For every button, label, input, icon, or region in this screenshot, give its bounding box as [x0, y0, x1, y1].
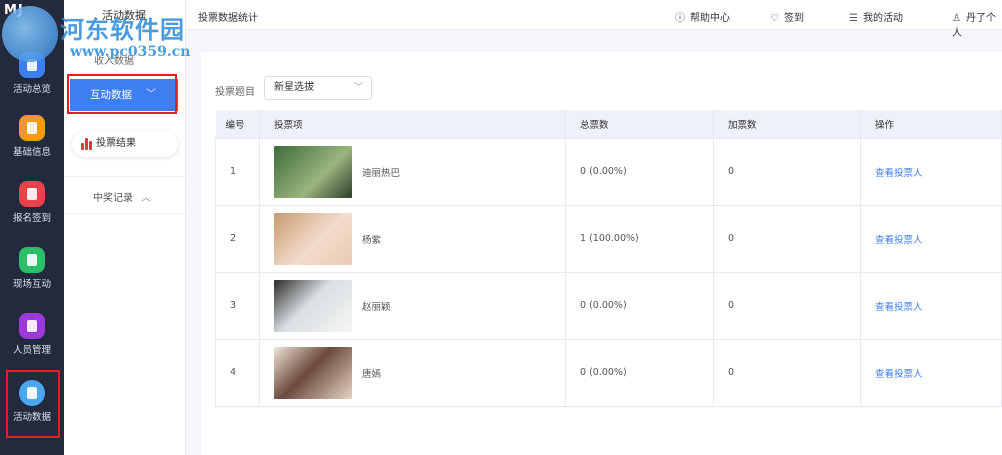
table-header-row: 编号 投票项 总票数 加票数 操作: [215, 110, 1002, 138]
candidate-name: 迪丽热巴: [362, 167, 401, 179]
help-label: 帮助中心: [690, 13, 730, 24]
extra-votes: 0: [713, 204, 861, 272]
divider: [64, 213, 185, 214]
sidebar-item-label: 投票结果: [96, 138, 136, 149]
sidebar-item-winning-records[interactable]: 中奖记录 ︿: [93, 189, 151, 204]
overview-icon: [19, 52, 45, 78]
candidate-cell: 唐嫣: [259, 338, 566, 407]
view-voters-link[interactable]: 查看投票人: [875, 369, 923, 380]
table-row: 4 唐嫣 0 (0.00%) 0 查看投票人: [215, 338, 1002, 407]
list-icon: ☰: [849, 13, 858, 24]
rail-item-label: 活动总览: [12, 84, 51, 95]
rail-item-overview[interactable]: 活动总览: [0, 52, 64, 95]
rail-item-signup[interactable]: 报名签到: [0, 181, 64, 224]
signin-link[interactable]: ♡ 签到: [770, 9, 804, 24]
user-icon: ♙: [952, 13, 961, 24]
calendar-check-icon: [19, 181, 45, 207]
view-voters-link[interactable]: 查看投票人: [875, 235, 923, 246]
extra-votes: 0: [713, 338, 861, 407]
top-bar: 投票数据统计 ⓘ 帮助中心 ♡ 签到 ☰ 我的活动 ♙ 丹了个人: [186, 0, 1002, 39]
candidate-cell: 杨紫: [259, 204, 566, 272]
column-header: 总票数: [565, 110, 714, 138]
rail-item-interaction[interactable]: 现场互动: [0, 247, 64, 290]
row-number: 2: [215, 204, 260, 272]
select-value: 新星选拔: [274, 82, 314, 93]
my-activity-label: 我的活动: [862, 13, 903, 24]
candidate-photo: [274, 346, 352, 399]
candidate-name: 唐嫣: [362, 368, 382, 380]
active-highlight-box: [67, 74, 177, 114]
main-panel: 投票题目 新星选拔 ﹀ 编号 投票项 总票数 加票数 操作 1 迪丽热巴 0 (…: [201, 52, 1002, 455]
person-icon: [19, 313, 45, 339]
extra-votes: 0: [713, 137, 861, 205]
vote-topic-select[interactable]: 新星选拔 ﹀: [264, 76, 372, 100]
divider: [64, 176, 185, 177]
table-row: 1 迪丽热巴 0 (0.00%) 0 查看投票人: [215, 137, 1002, 205]
column-header: 投票项: [259, 110, 566, 138]
app-logo: MJ: [4, 3, 24, 18]
vote-topic-label: 投票题目: [215, 87, 255, 98]
active-highlight-box: [6, 370, 60, 438]
rail-item-label: 人员管理: [12, 345, 51, 356]
rail-item-basic-info[interactable]: 基础信息: [0, 115, 64, 158]
view-voters-link[interactable]: 查看投票人: [875, 302, 923, 313]
candidate-photo: [274, 145, 352, 198]
interaction-icon: [19, 247, 45, 273]
candidate-cell: 赵丽颖: [259, 271, 566, 339]
page-title: 投票数据统计: [198, 13, 258, 24]
table-row: 3 赵丽颖 0 (0.00%) 0 查看投票人: [215, 271, 1002, 339]
total-votes: 0 (0.00%): [565, 271, 714, 339]
sidebar-title: 活动数据: [102, 9, 146, 22]
candidate-photo: [274, 279, 352, 332]
row-number: 3: [215, 271, 260, 339]
candidate-cell: 迪丽热巴: [259, 137, 566, 205]
document-icon: [19, 115, 45, 141]
signin-label: 签到: [783, 13, 804, 24]
column-header: 操作: [860, 110, 1002, 138]
candidate-name: 杨紫: [362, 234, 382, 246]
row-number: 1: [215, 137, 260, 205]
my-activity-link[interactable]: ☰ 我的活动: [849, 9, 903, 24]
sidebar-item-income[interactable]: 收入数据: [94, 52, 134, 67]
table-row: 2 杨紫 1 (100.00%) 0 查看投票人: [215, 204, 1002, 272]
candidate-name: 赵丽颖: [362, 301, 391, 313]
sidebar-item-vote-results[interactable]: 投票结果: [72, 131, 178, 157]
extra-votes: 0: [713, 271, 861, 339]
secondary-sidebar: 活动数据 收入数据 互动数据 ﹀ 投票结果 中奖记录 ︿: [64, 0, 186, 455]
user-menu[interactable]: ♙ 丹了个人: [952, 9, 1002, 39]
help-center-link[interactable]: ⓘ 帮助中心: [675, 9, 730, 24]
total-votes: 0 (0.00%): [565, 338, 714, 407]
candidate-photo: [274, 212, 352, 265]
bar-chart-icon: [81, 138, 93, 150]
chevron-down-icon: ﹀: [353, 83, 363, 93]
icon-rail: MJ 活动总览 基础信息 报名签到 现场互动 人员管理 活动数据: [0, 0, 64, 455]
rail-item-label: 基础信息: [12, 147, 51, 158]
view-voters-link[interactable]: 查看投票人: [875, 168, 923, 179]
column-header: 加票数: [713, 110, 861, 138]
total-votes: 0 (0.00%): [565, 137, 714, 205]
row-number: 4: [215, 338, 260, 407]
total-votes: 1 (100.00%): [565, 204, 714, 272]
sidebar-item-label: 中奖记录: [93, 193, 133, 204]
rail-item-label: 现场互动: [12, 279, 51, 290]
vote-table: 编号 投票项 总票数 加票数 操作 1 迪丽热巴 0 (0.00%) 0 查看投…: [215, 110, 1002, 407]
info-icon: ⓘ: [675, 13, 685, 24]
rail-item-label: 报名签到: [12, 213, 51, 224]
location-pin-icon: ♡: [770, 13, 779, 24]
rail-item-people[interactable]: 人员管理: [0, 313, 64, 356]
chevron-up-icon: ︿: [141, 193, 151, 204]
column-header: 编号: [215, 110, 260, 138]
